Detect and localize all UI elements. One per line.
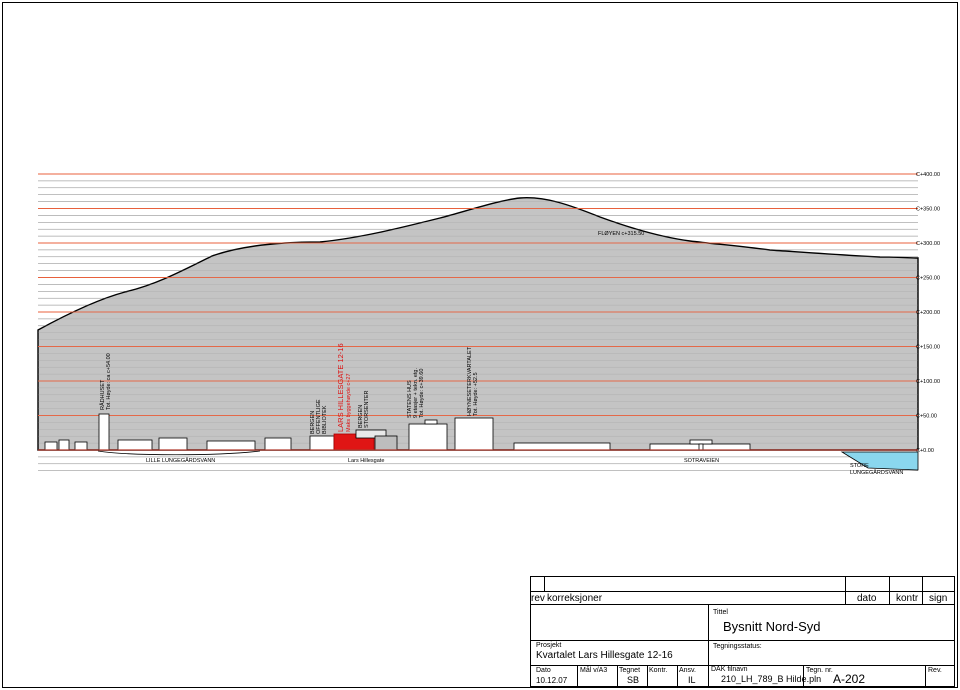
tb-kontr-header: kontr [896, 593, 919, 604]
tb-rev-header: rev [531, 593, 545, 604]
tb-rev-label: Rev. [928, 667, 942, 674]
tb-dato-label: Dato [536, 667, 551, 674]
label-radhuset: RÅDHUSET [99, 379, 106, 410]
storsenter-2 [374, 435, 398, 451]
tb-tegn-nr-label: Tegn. nr. [806, 667, 833, 674]
tb-tegningsstatus-label: Tegningsstatus: [713, 643, 762, 650]
label-hoyneseter-hoyde: Tot. Høyde: +52.5 [473, 372, 479, 416]
tb-sign-divider [922, 576, 923, 604]
tb-tittel-value: Bysnitt Nord-Syd [723, 619, 821, 634]
tb-dak-label: DAK filnavn [711, 666, 748, 673]
level-label: C+350.00 [916, 207, 940, 213]
level-label: C+100.00 [916, 379, 940, 385]
tb-div-2 [617, 665, 618, 687]
tb-tegnet-label: Tegnet [619, 667, 641, 674]
label-bibliotek: BIBLIOTEK [322, 405, 328, 434]
level-labels: C+400.00 C+350.00 C+300.00 C+250.00 C+200.00… [916, 172, 940, 454]
section-drawing: C+400.00 C+350.00 C+300.00 C+250.00 C+200.00… [37, 172, 940, 476]
tb-div-3 [647, 665, 648, 687]
tb-prosjekt-value: Kvartalet Lars Hillesgate 12-16 [536, 650, 673, 661]
tb-title-divider [708, 604, 709, 666]
label-store-2: LUNGEGÅRDSVANN [850, 469, 903, 476]
building-4 [117, 439, 153, 451]
tb-kontr-divider [889, 576, 890, 604]
hoyneseter-kvartalet [454, 417, 494, 451]
building-small-2 [58, 439, 70, 451]
low-building [513, 442, 611, 451]
tb-korreksjoner-header: korreksjoner [547, 593, 603, 604]
label-lille-lungegardsvann: LILLE LUNGEGÅRDSVANN [146, 457, 215, 464]
bibliotek [309, 435, 335, 451]
level-label: C+300.00 [916, 241, 940, 247]
statens-hus-top [424, 419, 438, 425]
tb-div-7 [925, 665, 926, 687]
label-lars-hillesgate: Lars Hillesgate [348, 458, 384, 464]
tb-kontr-label: Kontr. [649, 667, 668, 674]
tb-header-row-bottom [530, 604, 955, 605]
sotraveien-pillar [698, 443, 704, 451]
tb-dato-header: dato [857, 593, 877, 604]
level-label: C+50.00 [916, 414, 937, 420]
label-radhuset-hoyde: Tot. Høyde: ca c+54.00 [106, 353, 112, 410]
sotraveien-bridge [689, 439, 713, 445]
frame-bottom [2, 687, 958, 688]
tb-dak-value: 210_LH_789_B Hilde.pln [721, 674, 822, 684]
label-lars-hillesgate-project: LARS HILLESGATE 12-16 [336, 343, 345, 432]
tb-div-1 [577, 665, 578, 687]
tb-ansv-value: IL [688, 675, 696, 685]
label-maks-byggehoyde: Maks byggehøyde c+27 [346, 373, 352, 432]
level-label: C+150.00 [916, 345, 940, 351]
level-label: C+200.00 [916, 310, 940, 316]
tb-tegnet-value: SB [627, 675, 640, 685]
tb-div-4 [677, 665, 678, 687]
tb-rev-divider [544, 576, 545, 591]
tb-prosjekt-label: Prosjekt [536, 642, 562, 649]
label-storsenter: STORSENTER [364, 390, 370, 428]
tb-prosjekt-top [530, 640, 708, 641]
building-7 [264, 437, 292, 451]
tb-div-5 [708, 665, 709, 687]
radhuset-tower [98, 413, 110, 451]
tb-dato-divider [845, 576, 846, 604]
tb-tegn-nr-value: A-202 [833, 672, 866, 686]
label-sotraveien: SOTRAVEIEN [684, 458, 719, 464]
level-label: C+0.00 [916, 448, 934, 454]
level-label: C+400.00 [916, 172, 940, 178]
tb-dato-value: 10.12.07 [536, 676, 568, 685]
building-5 [158, 437, 188, 451]
lille-lungegardsvann [97, 450, 261, 456]
level-label: C+250.00 [916, 276, 940, 282]
label-store-1: STORE [850, 463, 869, 469]
tb-mal-label: Mål v/A3 [580, 667, 608, 674]
label-statens-hus-hoyde: Tot. Høyde: c+39.60 [419, 369, 425, 418]
statens-hus [408, 423, 448, 451]
tb-tittel-label: Tittel [713, 609, 728, 616]
building-small-3 [74, 441, 88, 451]
peak-label: FLØYEN c+315.50 [598, 231, 644, 237]
tb-sign-header: sign [929, 593, 948, 604]
tb-tittel-bottom [708, 640, 955, 641]
building-6 [206, 440, 256, 451]
building-small-1 [44, 441, 58, 451]
tb-ansv-label: Ansv. [679, 667, 696, 674]
tb-rev-row-bottom [530, 591, 955, 592]
